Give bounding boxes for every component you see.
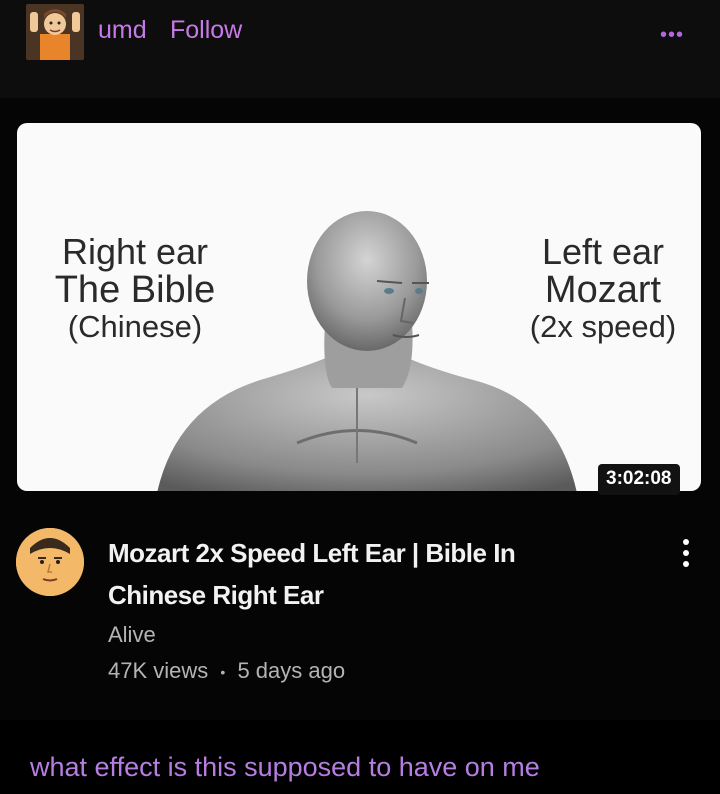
post-more-icon[interactable]: ••• (660, 24, 684, 47)
dot (683, 550, 689, 556)
view-count: 47K views (108, 658, 209, 683)
video-title[interactable]: Mozart 2x Speed Left Ear | Bible In Chin… (108, 532, 628, 616)
video-more-icon[interactable] (676, 534, 696, 574)
video-thumbnail[interactable]: Right ear The Bible (Chinese) Left ear M… (17, 123, 701, 491)
thumbnail-right-line2: Mozart (544, 268, 662, 311)
video-embed: Right ear The Bible (Chinese) Left ear M… (0, 98, 720, 720)
video-duration-badge: 3:02:08 (598, 464, 680, 495)
video-title-line1: Mozart 2x Speed Left Ear | Bible In (108, 538, 516, 568)
channel-name[interactable]: Alive (108, 622, 156, 648)
thumbnail-right-line3: (2x speed) (529, 308, 677, 344)
upload-age: 5 days ago (237, 658, 346, 683)
post-caption: what effect is this supposed to have on … (30, 752, 540, 782)
channel-avatar[interactable] (16, 528, 84, 596)
thumbnail-right-line1: Left ear (541, 231, 665, 272)
dot (683, 561, 689, 567)
thumbnail-right-text: Left ear Mozart (2x speed) (505, 233, 701, 343)
follow-button[interactable]: Follow (170, 16, 242, 45)
stats-separator: • (220, 664, 226, 681)
user-avatar[interactable] (26, 4, 84, 60)
post-header: umd Follow ••• (0, 0, 720, 98)
video-title-line2: Chinese Right Ear (108, 580, 324, 610)
video-stats: 47K views • 5 days ago (108, 658, 345, 684)
dot (683, 539, 689, 545)
username-link[interactable]: umd (98, 16, 147, 45)
